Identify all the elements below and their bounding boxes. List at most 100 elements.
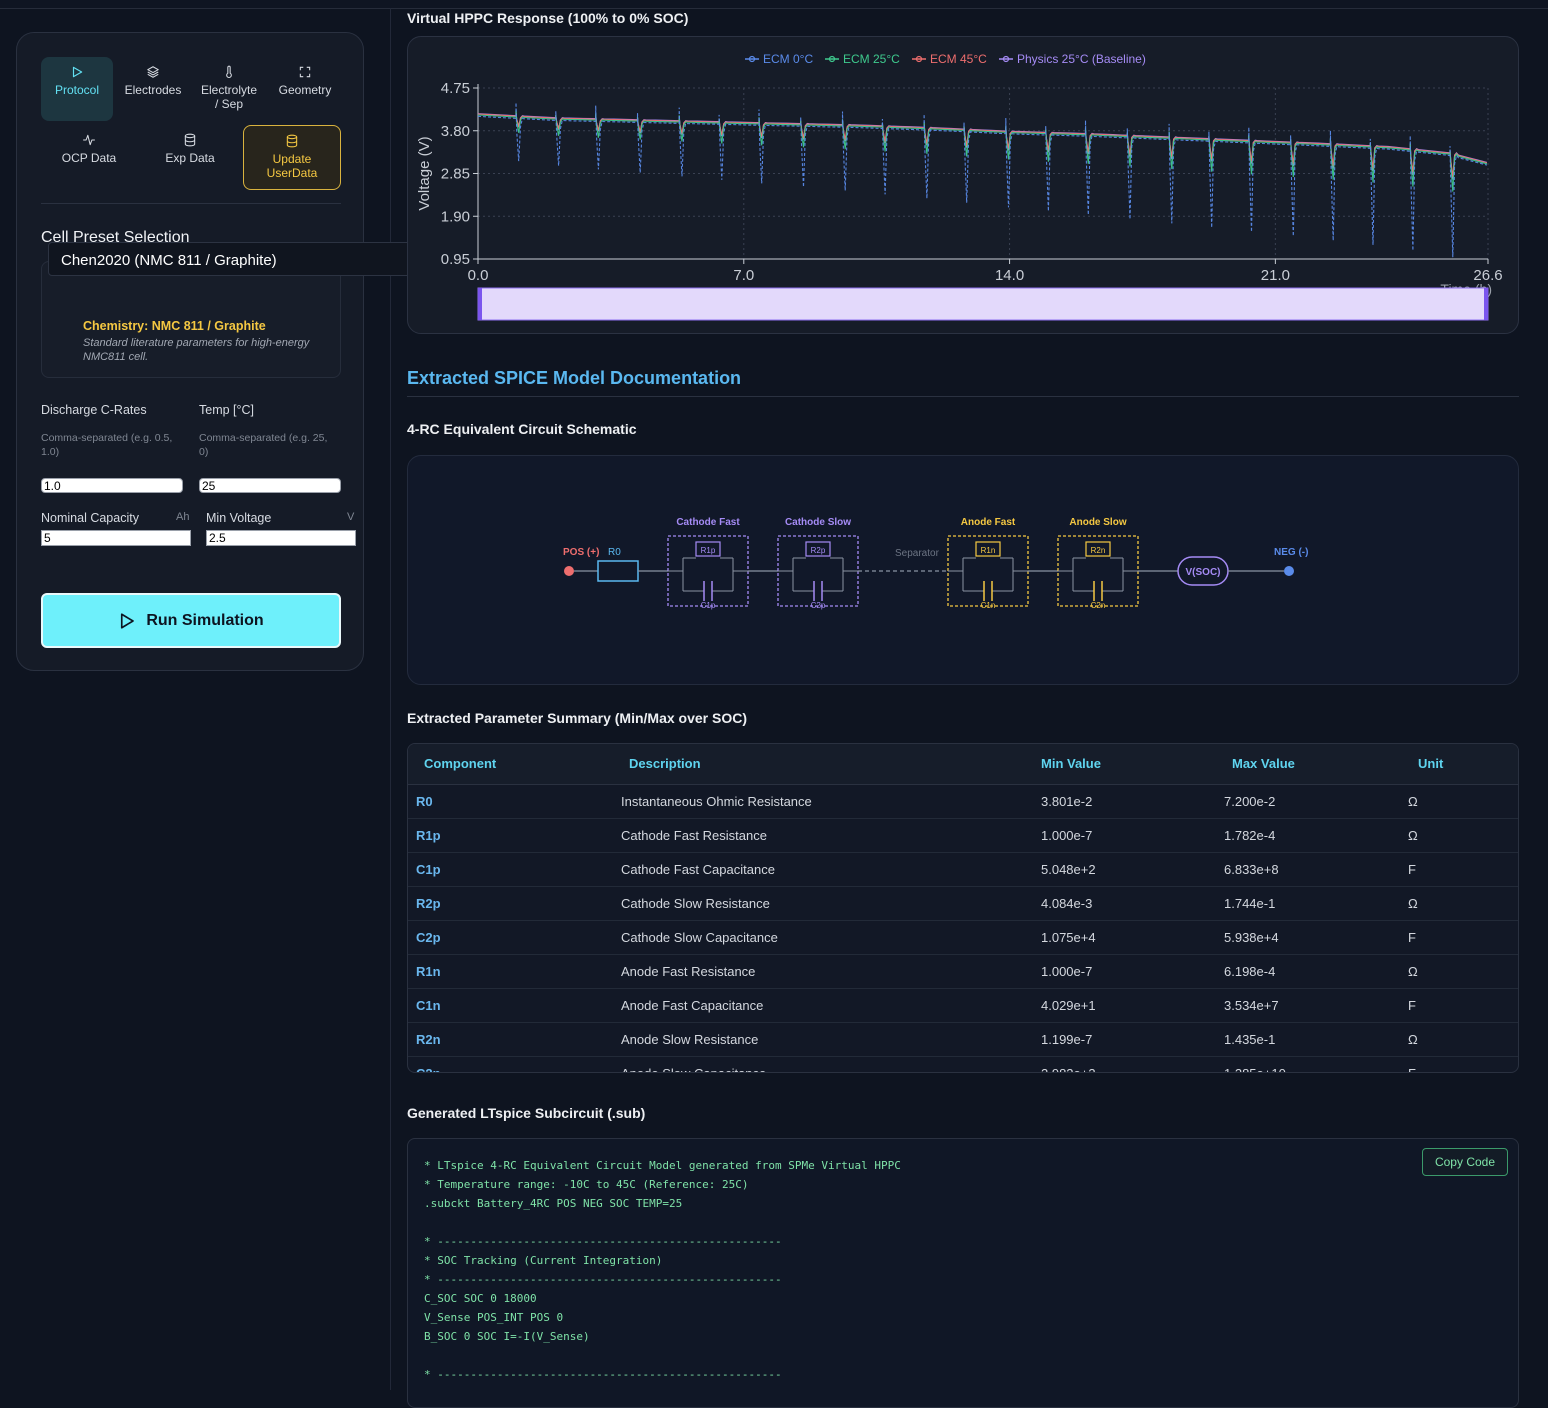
min-voltage-input[interactable]	[206, 530, 356, 546]
table-cell: Ω	[1406, 886, 1518, 921]
code-line: * LTspice 4-RC Equivalent Circuit Model …	[424, 1159, 901, 1172]
table-cell: Ω	[1406, 1022, 1518, 1057]
legend-label: ECM 0°C	[763, 52, 813, 66]
capacity-input[interactable]	[41, 530, 191, 546]
tab-label: Electrodes	[124, 83, 182, 97]
table-cell: 5.938e+4	[1216, 920, 1406, 955]
table-cell: Cathode Fast Capacitance	[613, 852, 1033, 887]
table-cell: 2.982e+3	[1041, 1065, 1096, 1073]
rc-block-title: Anode Fast	[961, 517, 1016, 528]
code-block: Copy Code * LTspice 4-RC Equivalent Circ…	[407, 1138, 1519, 1408]
legend-item: ECM 45°C	[912, 52, 987, 66]
database-icon	[286, 134, 298, 148]
y-tick-label: 2.85	[441, 166, 470, 183]
code-heading: Generated LTspice Subcircuit (.sub)	[407, 1105, 646, 1121]
tab-protocol[interactable]: Protocol	[41, 57, 113, 121]
tab-ocp-data[interactable]: OCP Data	[41, 125, 137, 189]
legend-item: Physics 25°C (Baseline)	[999, 52, 1146, 66]
table-cell: Anode Fast Resistance	[613, 954, 1033, 989]
expand-icon	[299, 66, 311, 78]
tab-label: Geometry	[278, 83, 332, 97]
tab-exp-data[interactable]: Exp Data	[142, 125, 238, 189]
table-cell: 3.534e+7	[1216, 988, 1406, 1023]
code-line: C_SOC SOC 0 18000	[424, 1292, 537, 1305]
parameter-table-card: Component Description Min Value Max Value Un…	[407, 743, 1519, 1073]
table-row: R2p Cathode Slow Resistance 4.084e-3 1.744e…	[408, 886, 1518, 921]
table-cell: 5.048e+2	[1033, 852, 1216, 887]
component-cell: C1n	[408, 988, 613, 1023]
panel-divider	[390, 8, 391, 1390]
table-cell: 1.744e-1	[1216, 886, 1406, 921]
table-row: C2p Cathode Slow Capacitance 1.075e+4 5.938…	[408, 920, 1518, 955]
table-cell: 1.199e-7	[1033, 1022, 1216, 1057]
table-cell: 6.833e+8	[1216, 852, 1406, 887]
y-axis-label: Voltage (V)	[416, 136, 433, 210]
range-handle-right	[1484, 288, 1488, 320]
tab-electrolyte[interactable]: Electrolyte / Sep	[193, 57, 265, 121]
code-line: B_SOC 0 SOC I=-I(V_Sense)	[424, 1330, 590, 1343]
column-header: Component	[408, 744, 613, 785]
table-header-row: Component Description Min Value Max Value Un…	[408, 744, 1518, 785]
database-icon	[184, 133, 196, 147]
code-line: * SOC Tracking (Current Integration)	[424, 1254, 663, 1267]
table-cell: Instantaneous Ohmic Resistance	[613, 784, 1033, 819]
table-row: R1p Cathode Fast Resistance 1.000e-7 1.782e…	[408, 818, 1518, 853]
activity-icon	[83, 134, 95, 146]
tab-electrodes[interactable]: Electrodes	[117, 57, 189, 121]
range-slider	[477, 287, 1489, 321]
x-tick-label: 0.0	[468, 267, 489, 284]
preset-select[interactable]: Chen2020 (NMC 811 / Graphite)	[48, 242, 408, 276]
tab-label: Update UserData	[266, 152, 318, 180]
table-row: R1n Anode Fast Resistance 1.000e-7 6.198e-4…	[408, 954, 1518, 989]
component-cell: R1n	[408, 954, 613, 989]
hppc-chart[interactable]: 4.753.802.851.900.950.0 7.0 14.0 21.0 26.6Vo…	[407, 36, 1519, 334]
layers-icon	[147, 66, 159, 78]
pos-label: POS (+)	[563, 547, 599, 558]
c-rates-hint: Comma-separated (e.g. 0.5, 1.0)	[41, 432, 173, 458]
parameter-table: Component Description Min Value Max Value Un…	[408, 744, 1518, 1073]
c-rates-input[interactable]	[41, 478, 183, 493]
r0-label: R0	[608, 547, 621, 558]
play-icon	[121, 612, 135, 629]
x-tick-label: 14.0	[995, 267, 1024, 284]
run-simulation-label: Run Simulation	[146, 611, 264, 629]
copy-code-button[interactable]: Copy Code	[1422, 1148, 1508, 1176]
rc-block-title: Anode Slow	[1069, 517, 1126, 528]
table-cell: 3.801e-2	[1033, 784, 1216, 819]
table-cell: F	[1406, 852, 1518, 887]
tab-update-userdata[interactable]: Update UserData	[243, 125, 341, 190]
capacitor-label: C1p	[701, 601, 716, 610]
y-tick-label: 0.95	[441, 251, 470, 268]
legend-label: ECM 45°C	[930, 52, 987, 66]
top-bar	[0, 0, 1548, 9]
min-voltage-label: Min Voltage	[206, 511, 272, 525]
series-line	[477, 102, 1488, 258]
table-cell: 4.084e-3	[1033, 886, 1216, 921]
table-cell: Cathode Slow Resistance	[613, 886, 1033, 921]
table-row: C1n Anode Fast Capacitance 4.029e+1 3.534e+…	[408, 988, 1518, 1023]
legend-item: ECM 0°C	[745, 52, 813, 66]
temp-input[interactable]	[199, 478, 341, 493]
column-header: Description	[613, 744, 1033, 785]
y-tick-label: 1.90	[441, 208, 470, 225]
tab-label: Protocol	[54, 83, 100, 97]
legend-label: Physics 25°C (Baseline)	[1017, 52, 1146, 66]
run-simulation-button[interactable]: Run Simulation	[41, 593, 341, 648]
table-row: C2n Anode Slow Capacitance 2.982e+3 1.285e+…	[408, 1056, 1518, 1073]
table-row: C1p Cathode Fast Capacitance 5.048e+2 6.833…	[408, 852, 1518, 887]
code-line: * --------------------------------------…	[424, 1368, 782, 1381]
resistor-label: R1p	[701, 546, 716, 555]
table-cell: 7.200e-2	[1216, 784, 1406, 819]
resistor-label: R2p	[811, 546, 826, 555]
component-cell: R0	[408, 784, 613, 819]
capacity-label: Nominal Capacity	[41, 511, 139, 525]
tab-geometry[interactable]: Geometry	[269, 57, 341, 121]
preset-description: Standard literature parameters for high-…	[83, 337, 310, 363]
capacitor-label: C2p	[811, 601, 826, 610]
tab-label: Exp Data	[165, 151, 215, 165]
resistor-label: R1n	[981, 546, 996, 555]
component-cell: R2n	[408, 1022, 613, 1057]
table-cell: Cathode Slow Capacitance	[613, 920, 1033, 955]
table-cell: 1.000e-7	[1033, 818, 1216, 853]
table-heading: Extracted Parameter Summary (Min/Max ove…	[407, 710, 748, 726]
